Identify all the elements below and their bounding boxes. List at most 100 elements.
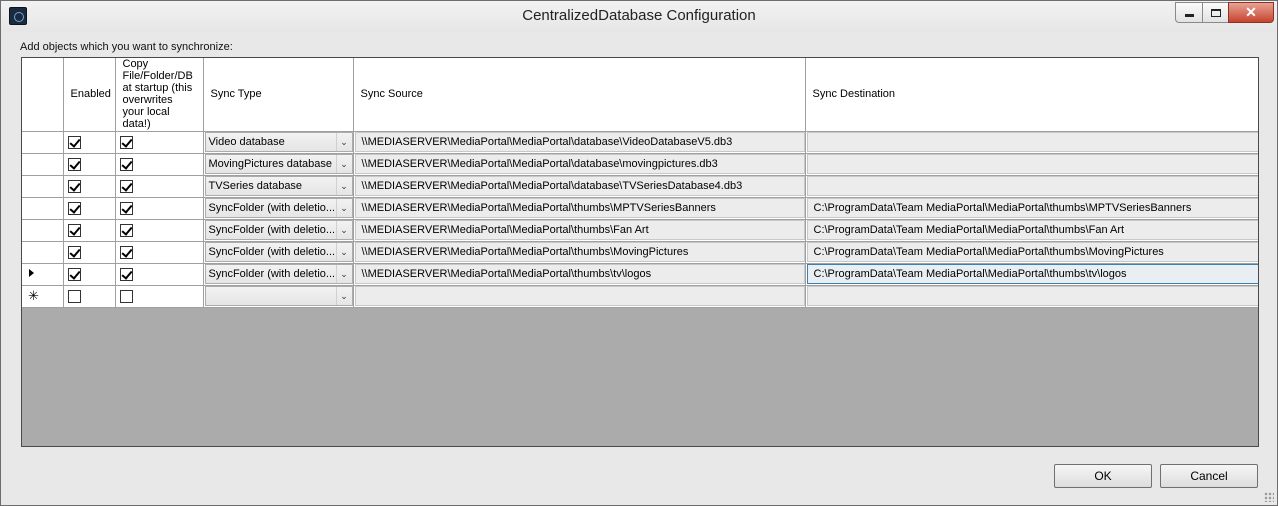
- resize-grip-icon[interactable]: [1264, 492, 1274, 502]
- copy-cell[interactable]: [115, 219, 204, 242]
- chevron-down-icon[interactable]: ⌄: [335, 155, 352, 173]
- sync-type-cell[interactable]: SyncFolder (with deletio... ⌄: [203, 241, 354, 264]
- row-header[interactable]: [22, 197, 64, 220]
- copy-cell[interactable]: [115, 241, 204, 264]
- sync-source-field[interactable]: \\MEDIASERVER\MediaPortal\MediaPortal\th…: [354, 198, 805, 218]
- copy-checkbox[interactable]: [119, 179, 133, 193]
- sync-type-dropdown[interactable]: SyncFolder (with deletio... ⌄: [204, 198, 353, 218]
- sync-destination-field[interactable]: [806, 154, 1258, 174]
- sync-type-dropdown[interactable]: ⌄: [204, 286, 353, 306]
- copy-checkbox[interactable]: [119, 223, 133, 237]
- sync-type-cell[interactable]: SyncFolder (with deletio... ⌄: [203, 219, 354, 242]
- chevron-down-icon[interactable]: ⌄: [335, 199, 352, 217]
- enabled-checkbox[interactable]: [67, 135, 81, 149]
- sync-source-field[interactable]: \\MEDIASERVER\MediaPortal\MediaPortal\da…: [354, 132, 805, 152]
- sync-destination-cell[interactable]: [805, 285, 1258, 308]
- sync-type-cell[interactable]: TVSeries database ⌄: [203, 175, 354, 198]
- sync-type-dropdown[interactable]: SyncFolder (with deletio... ⌄: [204, 242, 353, 262]
- sync-source-field[interactable]: \\MEDIASERVER\MediaPortal\MediaPortal\th…: [354, 242, 805, 262]
- sync-type-cell[interactable]: ⌄: [203, 285, 354, 308]
- column-header-copy[interactable]: Copy File/Folder/DB at startup (this ove…: [115, 58, 204, 132]
- enabled-checkbox[interactable]: [67, 223, 81, 237]
- enabled-cell[interactable]: [63, 197, 116, 220]
- sync-source-field[interactable]: [354, 286, 805, 306]
- sync-source-cell[interactable]: [353, 285, 806, 308]
- sync-source-cell[interactable]: \\MEDIASERVER\MediaPortal\MediaPortal\th…: [353, 219, 806, 242]
- sync-destination-field[interactable]: C:\ProgramData\Team MediaPortal\MediaPor…: [806, 220, 1258, 240]
- sync-type-dropdown[interactable]: SyncFolder (with deletio... ⌄: [204, 220, 353, 240]
- maximize-button[interactable]: [1202, 2, 1228, 23]
- enabled-cell[interactable]: [63, 219, 116, 242]
- sync-destination-cell[interactable]: [805, 153, 1258, 176]
- row-header[interactable]: [22, 241, 64, 264]
- row-header[interactable]: [22, 219, 64, 242]
- row-header[interactable]: [22, 131, 64, 154]
- cancel-button[interactable]: Cancel: [1160, 464, 1258, 488]
- row-header[interactable]: ✳: [22, 285, 64, 308]
- table-row[interactable]: SyncFolder (with deletio... ⌄ \\MEDIASERVE…: [22, 263, 1258, 286]
- copy-cell[interactable]: [115, 263, 204, 286]
- chevron-down-icon[interactable]: ⌄: [335, 221, 352, 239]
- chevron-down-icon[interactable]: ⌄: [335, 177, 352, 195]
- sync-type-dropdown[interactable]: SyncFolder (with deletio... ⌄: [204, 264, 353, 284]
- copy-checkbox[interactable]: [119, 245, 133, 259]
- row-header[interactable]: [22, 175, 64, 198]
- copy-cell[interactable]: [115, 153, 204, 176]
- sync-type-dropdown[interactable]: TVSeries database ⌄: [204, 176, 353, 196]
- enabled-checkbox[interactable]: [67, 179, 81, 193]
- copy-checkbox[interactable]: [119, 289, 133, 303]
- copy-checkbox[interactable]: [119, 157, 133, 171]
- sync-destination-field[interactable]: C:\ProgramData\Team MediaPortal\MediaPor…: [806, 264, 1258, 284]
- sync-type-cell[interactable]: Video database ⌄: [203, 131, 354, 154]
- sync-destination-field[interactable]: C:\ProgramData\Team MediaPortal\MediaPor…: [806, 242, 1258, 262]
- sync-type-cell[interactable]: SyncFolder (with deletio... ⌄: [203, 263, 354, 286]
- sync-destination-cell[interactable]: C:\ProgramData\Team MediaPortal\MediaPor…: [805, 263, 1258, 286]
- close-button[interactable]: ✕: [1228, 2, 1274, 23]
- sync-source-field[interactable]: \\MEDIASERVER\MediaPortal\MediaPortal\da…: [354, 154, 805, 174]
- sync-source-field[interactable]: \\MEDIASERVER\MediaPortal\MediaPortal\da…: [354, 176, 805, 196]
- table-row[interactable]: SyncFolder (with deletio... ⌄ \\MEDIASERVE…: [22, 197, 1258, 220]
- enabled-checkbox[interactable]: [67, 245, 81, 259]
- sync-destination-cell[interactable]: [805, 131, 1258, 154]
- sync-destination-field[interactable]: [806, 132, 1258, 152]
- copy-cell[interactable]: [115, 285, 204, 308]
- chevron-down-icon[interactable]: ⌄: [335, 133, 352, 151]
- sync-destination-cell[interactable]: C:\ProgramData\Team MediaPortal\MediaPor…: [805, 241, 1258, 264]
- sync-source-field[interactable]: \\MEDIASERVER\MediaPortal\MediaPortal\th…: [354, 220, 805, 240]
- enabled-checkbox[interactable]: [67, 157, 81, 171]
- table-row[interactable]: SyncFolder (with deletio... ⌄ \\MEDIASERVE…: [22, 219, 1258, 242]
- table-row[interactable]: MovingPictures database ⌄ \\MEDIASERVER\Me…: [22, 153, 1258, 176]
- sync-source-cell[interactable]: \\MEDIASERVER\MediaPortal\MediaPortal\th…: [353, 263, 806, 286]
- enabled-cell[interactable]: [63, 153, 116, 176]
- table-row[interactable]: TVSeries database ⌄ \\MEDIASERVER\MediaPor…: [22, 175, 1258, 198]
- new-row[interactable]: ✳ ⌄: [22, 285, 1258, 308]
- sync-type-cell[interactable]: SyncFolder (with deletio... ⌄: [203, 197, 354, 220]
- title-bar[interactable]: CentralizedDatabase Configuration ✕: [1, 1, 1277, 32]
- chevron-down-icon[interactable]: ⌄: [335, 287, 352, 305]
- table-row[interactable]: Video database ⌄ \\MEDIASERVER\MediaPortal…: [22, 131, 1258, 154]
- sync-destination-field[interactable]: [806, 176, 1258, 196]
- column-header-sync-destination[interactable]: Sync Destination: [805, 58, 1258, 132]
- copy-checkbox[interactable]: [119, 267, 133, 281]
- copy-cell[interactable]: [115, 131, 204, 154]
- table-row[interactable]: SyncFolder (with deletio... ⌄ \\MEDIASERVE…: [22, 241, 1258, 264]
- copy-checkbox[interactable]: [119, 135, 133, 149]
- sync-destination-cell[interactable]: [805, 175, 1258, 198]
- sync-type-dropdown[interactable]: MovingPictures database ⌄: [204, 154, 353, 174]
- sync-destination-cell[interactable]: C:\ProgramData\Team MediaPortal\MediaPor…: [805, 219, 1258, 242]
- sync-destination-cell[interactable]: C:\ProgramData\Team MediaPortal\MediaPor…: [805, 197, 1258, 220]
- column-header-sync-type[interactable]: Sync Type: [203, 58, 354, 132]
- chevron-down-icon[interactable]: ⌄: [335, 243, 352, 261]
- enabled-checkbox[interactable]: [67, 267, 81, 281]
- column-header-sync-source[interactable]: Sync Source: [353, 58, 806, 132]
- sync-destination-field[interactable]: [806, 286, 1258, 306]
- copy-cell[interactable]: [115, 175, 204, 198]
- enabled-cell[interactable]: [63, 263, 116, 286]
- minimize-button[interactable]: [1175, 2, 1202, 23]
- enabled-checkbox[interactable]: [67, 201, 81, 215]
- enabled-checkbox[interactable]: [67, 289, 81, 303]
- sync-source-field[interactable]: \\MEDIASERVER\MediaPortal\MediaPortal\th…: [354, 264, 805, 284]
- ok-button[interactable]: OK: [1054, 464, 1152, 488]
- enabled-cell[interactable]: [63, 131, 116, 154]
- sync-source-cell[interactable]: \\MEDIASERVER\MediaPortal\MediaPortal\th…: [353, 197, 806, 220]
